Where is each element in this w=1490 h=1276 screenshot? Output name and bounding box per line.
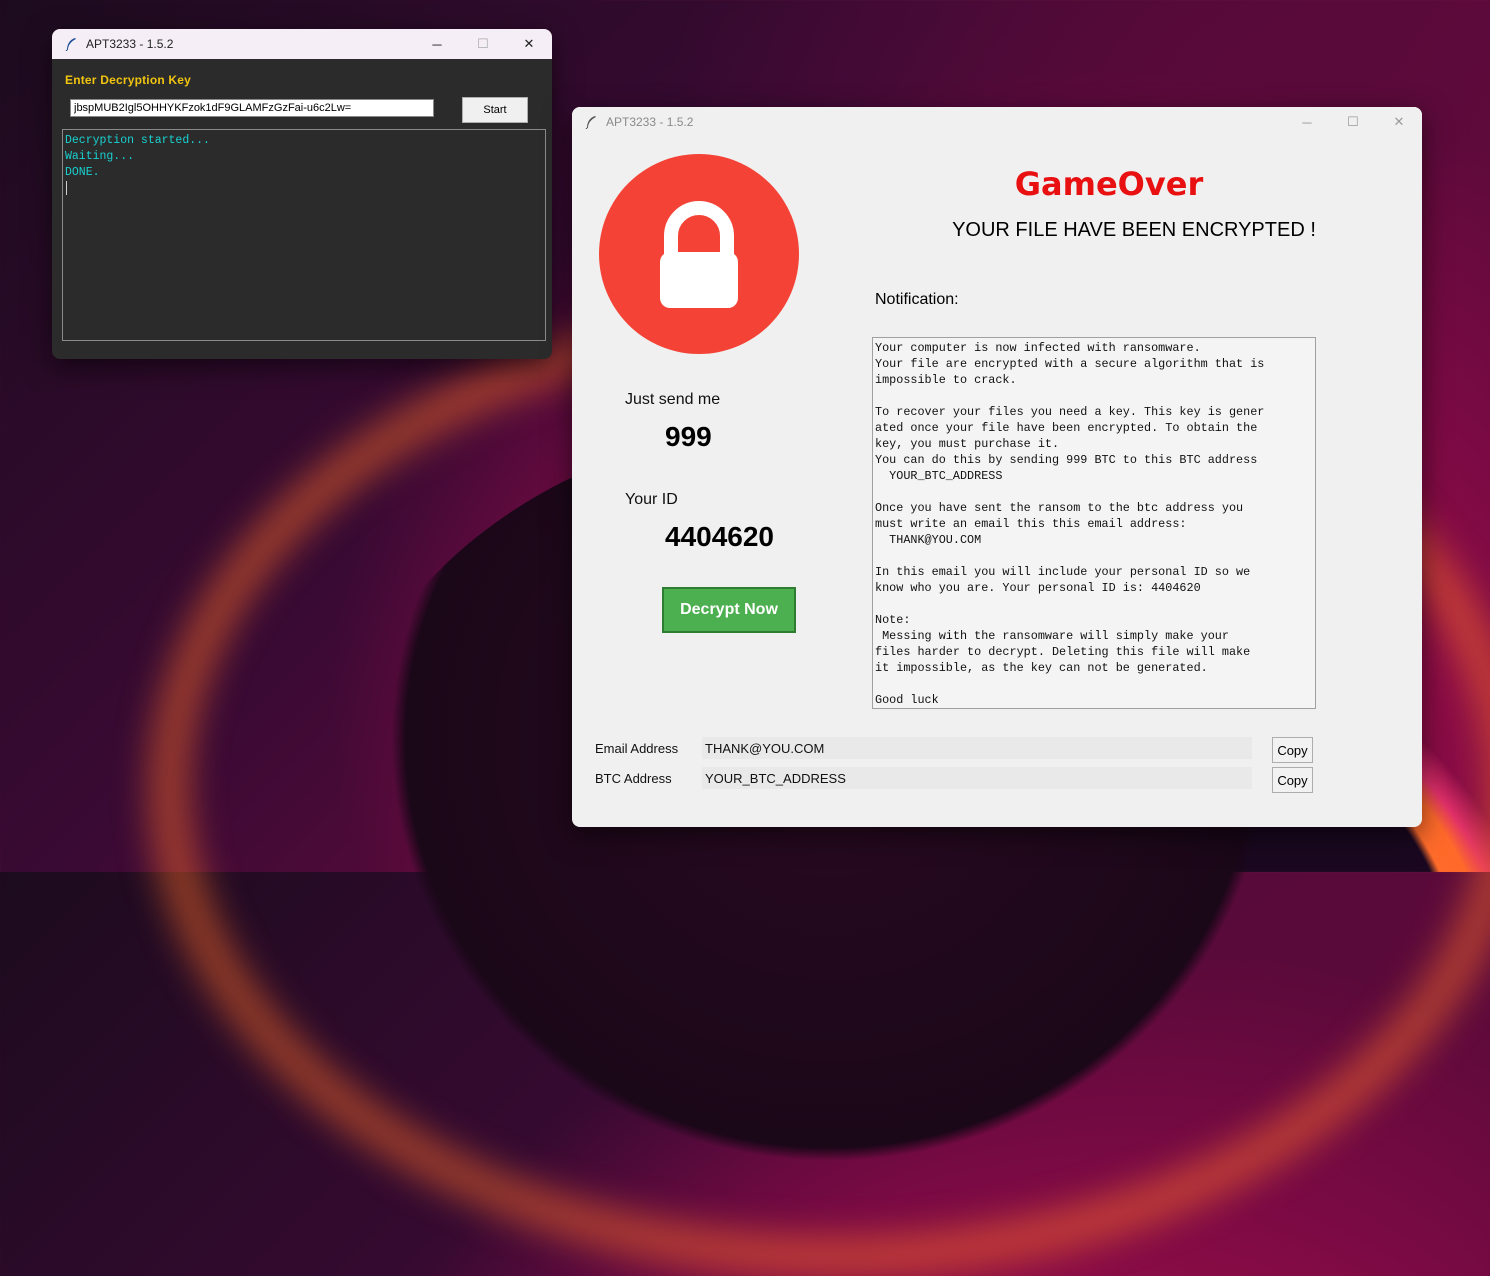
- console-output[interactable]: Decryption started... Waiting... DONE.: [62, 129, 546, 341]
- id-value: 4404620: [665, 521, 775, 552]
- close-button[interactable]: ✕: [1376, 107, 1422, 137]
- titlebar[interactable]: APT3233 - 1.5.2 ─ ☐ ✕: [572, 107, 1422, 137]
- ransom-amount: 999: [665, 421, 712, 452]
- tk-feather-icon: [582, 113, 600, 131]
- decryption-window: APT3233 - 1.5.2 ─ ☐ ✕ Enter Decryption K…: [52, 29, 552, 359]
- minimize-button[interactable]: ─: [1284, 107, 1330, 137]
- text-caret: [66, 181, 67, 195]
- minimize-button[interactable]: ─: [414, 29, 460, 59]
- notification-label: Notification:: [875, 291, 959, 308]
- lock-badge: [599, 154, 799, 354]
- padlock-icon: [660, 201, 738, 308]
- btc-label: BTC Address: [595, 771, 672, 786]
- ransom-note-textbox[interactable]: Your computer is now infected with ranso…: [872, 337, 1316, 709]
- copy-btc-button[interactable]: Copy: [1272, 767, 1313, 793]
- tk-feather-icon: [62, 35, 80, 53]
- btc-field[interactable]: YOUR_BTC_ADDRESS: [702, 767, 1252, 789]
- decryption-key-input[interactable]: [70, 99, 434, 117]
- heading: GameOver: [1014, 165, 1204, 203]
- email-field[interactable]: THANK@YOU.COM: [702, 737, 1252, 759]
- window-title: APT3233 - 1.5.2: [86, 37, 174, 51]
- ransom-note-text: Your computer is now infected with ranso…: [875, 341, 1265, 707]
- copy-email-button[interactable]: Copy: [1272, 737, 1313, 763]
- maximize-button[interactable]: ☐: [460, 29, 506, 59]
- email-label: Email Address: [595, 741, 679, 756]
- decrypt-now-button[interactable]: Decrypt Now: [662, 587, 796, 633]
- maximize-button[interactable]: ☐: [1330, 107, 1376, 137]
- console-line: Waiting...: [65, 150, 135, 163]
- console-line: Decryption started...: [65, 134, 210, 147]
- window-title: APT3233 - 1.5.2: [606, 115, 694, 129]
- close-button[interactable]: ✕: [506, 29, 552, 59]
- key-label: Enter Decryption Key: [65, 73, 192, 87]
- send-label: Just send me: [625, 391, 721, 408]
- id-label: Your ID: [625, 491, 678, 508]
- subheading: YOUR FILE HAVE BEEN ENCRYPTED !: [952, 219, 1316, 241]
- titlebar[interactable]: APT3233 - 1.5.2 ─ ☐ ✕: [52, 29, 552, 59]
- console-line: DONE.: [65, 166, 100, 179]
- ransom-window: APT3233 - 1.5.2 ─ ☐ ✕ GameOver YOUR FILE…: [572, 107, 1422, 827]
- start-button[interactable]: Start: [462, 97, 528, 123]
